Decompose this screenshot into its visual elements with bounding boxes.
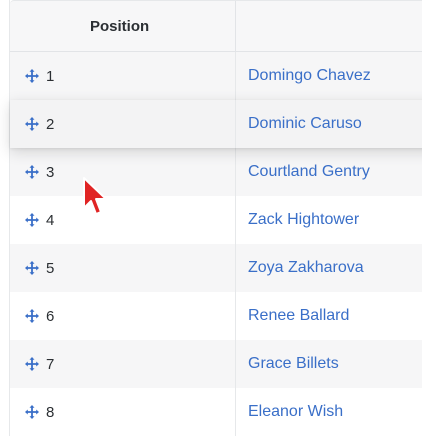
position-value: 7: [46, 355, 55, 373]
drag-handle-icon[interactable]: [24, 404, 40, 420]
name-link[interactable]: Renee Ballard: [236, 307, 349, 325]
column-header-position[interactable]: Position: [10, 1, 236, 51]
table-row[interactable]: 7 Grace Billets: [10, 340, 422, 388]
drag-handle-icon[interactable]: [24, 164, 40, 180]
position-value: 6: [46, 307, 55, 325]
name-link[interactable]: Grace Billets: [236, 355, 339, 373]
drag-handle-icon[interactable]: [24, 212, 40, 228]
table-body: 1 Domingo Chavez 2 Dominic Caruso 3 Cour…: [10, 52, 422, 436]
position-cell: 1: [10, 52, 236, 100]
table-row[interactable]: 6 Renee Ballard: [10, 292, 422, 340]
position-value: 5: [46, 259, 55, 277]
position-cell: 2: [10, 100, 236, 148]
drag-handle-icon[interactable]: [24, 356, 40, 372]
drag-handle-icon[interactable]: [24, 116, 40, 132]
name-link[interactable]: Zoya Zakharova: [236, 259, 364, 277]
position-cell: 6: [10, 292, 236, 340]
table-row-dragging[interactable]: 2 Dominic Caruso: [10, 100, 422, 148]
name-link[interactable]: Eleanor Wish: [236, 403, 343, 421]
name-link[interactable]: Domingo Chavez: [236, 67, 371, 85]
name-link[interactable]: Courtland Gentry: [236, 163, 370, 181]
table-row[interactable]: 1 Domingo Chavez: [10, 52, 422, 100]
table-row[interactable]: 8 Eleanor Wish: [10, 388, 422, 436]
table-row[interactable]: 4 Zack Hightower: [10, 196, 422, 244]
position-cell: 3: [10, 148, 236, 196]
position-cell: 7: [10, 340, 236, 388]
drag-handle-icon[interactable]: [24, 68, 40, 84]
position-value: 3: [46, 163, 55, 181]
position-value: 1: [46, 67, 55, 85]
table-row[interactable]: 3 Courtland Gentry: [10, 148, 422, 196]
position-cell: 4: [10, 196, 236, 244]
drag-handle-icon[interactable]: [24, 260, 40, 276]
drag-handle-icon[interactable]: [24, 308, 40, 324]
position-value: 4: [46, 211, 55, 229]
position-cell: 5: [10, 244, 236, 292]
position-value: 8: [46, 403, 55, 421]
draggable-table: Position 1 Domingo Chavez 2 Dominic Caru…: [9, 0, 422, 436]
mouse-pointer-icon: [82, 176, 110, 223]
table-header: Position: [10, 0, 422, 52]
name-link[interactable]: Zack Hightower: [236, 211, 359, 229]
position-value: 2: [46, 115, 55, 133]
position-cell: 8: [10, 388, 236, 436]
name-link[interactable]: Dominic Caruso: [236, 115, 362, 133]
table-row[interactable]: 5 Zoya Zakharova: [10, 244, 422, 292]
column-header-position-label: Position: [90, 17, 150, 35]
